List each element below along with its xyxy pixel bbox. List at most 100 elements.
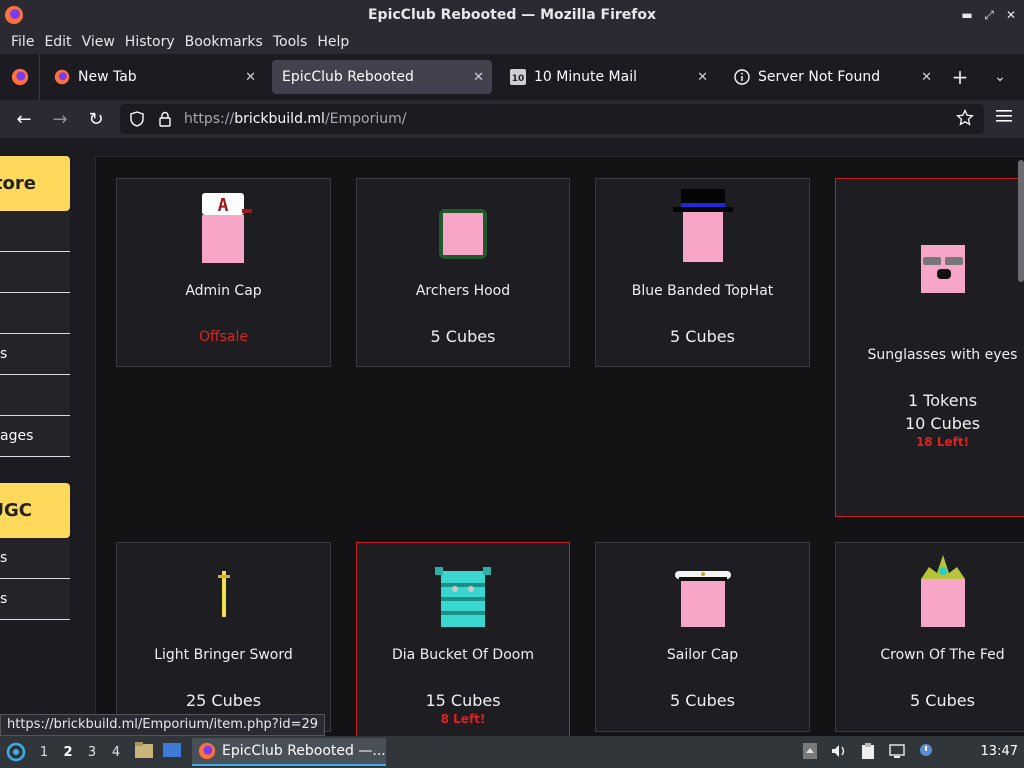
item-name: Light Bringer Sword bbox=[154, 647, 293, 663]
10-minute-mail-icon: 10 bbox=[510, 69, 526, 85]
menu-bookmarks[interactable]: Bookmarks bbox=[180, 34, 268, 50]
workspace-2[interactable]: 2 bbox=[56, 745, 80, 760]
item-card-crown-of-the-fed[interactable]: Crown Of The Fed 5 Cubes bbox=[835, 542, 1024, 732]
stock-left-label: 18 Left! bbox=[915, 435, 970, 449]
firefox-view-button[interactable] bbox=[0, 54, 40, 100]
clock: 13:47 bbox=[980, 744, 1018, 759]
menu-history[interactable]: History bbox=[120, 34, 180, 50]
tab-bar: New Tab ✕ EpicClub Rebooted ✕ 10 10 Minu… bbox=[0, 54, 1024, 100]
shield-icon[interactable] bbox=[126, 108, 148, 130]
item-card-sailor-cap[interactable]: Sailor Cap 5 Cubes bbox=[595, 542, 810, 732]
sidebar-item[interactable] bbox=[0, 252, 70, 293]
tab-label: EpicClub Rebooted bbox=[282, 69, 414, 85]
item-card-light-bringer-sword[interactable]: Light Bringer Sword 25 Cubes bbox=[116, 542, 331, 732]
item-card-archers-hood[interactable]: Archers Hood 5 Cubes bbox=[356, 178, 570, 367]
file-manager-icon[interactable] bbox=[134, 741, 154, 763]
url-path: /Emporium/ bbox=[324, 111, 407, 127]
notification-icon[interactable] bbox=[918, 742, 934, 764]
blue-banded-tophat-thumbnail bbox=[672, 189, 733, 262]
lock-icon[interactable] bbox=[154, 108, 176, 130]
tab-label: Server Not Found bbox=[758, 69, 881, 85]
item-price: 25 Cubes bbox=[185, 691, 262, 710]
volume-icon[interactable] bbox=[830, 742, 848, 764]
sidebar-item[interactable]: s bbox=[0, 538, 70, 579]
start-menu-icon[interactable] bbox=[0, 736, 32, 768]
close-tab-icon[interactable]: ✕ bbox=[245, 70, 256, 85]
close-icon[interactable]: ✕ bbox=[1004, 6, 1018, 24]
sidebar-item[interactable]: ages bbox=[0, 416, 70, 457]
item-name: Crown Of The Fed bbox=[880, 647, 1005, 663]
item-card-sunglasses-with-eyes[interactable]: Sunglasses with eyes 1 Tokens 10 Cubes 1… bbox=[835, 178, 1024, 517]
sidebar-item[interactable] bbox=[0, 375, 70, 416]
crown-of-the-fed-thumbnail bbox=[920, 555, 965, 627]
close-tab-icon[interactable]: ✕ bbox=[921, 70, 932, 85]
desktop-icon[interactable] bbox=[162, 741, 182, 763]
menu-bar: File Edit View History Bookmarks Tools H… bbox=[0, 30, 1024, 54]
sidebar-item[interactable] bbox=[0, 211, 70, 252]
item-price-cubes: 10 Cubes bbox=[904, 414, 981, 433]
forward-arrow-icon[interactable]: → bbox=[42, 103, 78, 135]
page-scrollbar[interactable] bbox=[1018, 160, 1024, 282]
tray-up-arrow-icon[interactable] bbox=[802, 742, 818, 764]
stock-left-label: 8 Left! bbox=[440, 712, 486, 726]
sidebar-item[interactable]: s bbox=[0, 334, 70, 375]
reload-icon[interactable]: ↻ bbox=[78, 103, 114, 135]
item-grid-panel: A Admin Cap Offsale Archers Hood 5 Cubes… bbox=[95, 156, 1024, 736]
taskbar: 1 2 3 4 EpicClub Rebooted —... 13:47 bbox=[0, 736, 1024, 768]
menu-tools[interactable]: Tools bbox=[268, 34, 313, 50]
close-tab-icon[interactable]: ✕ bbox=[473, 70, 484, 85]
item-price-tokens: 1 Tokens bbox=[907, 391, 978, 410]
item-name: Admin Cap bbox=[185, 283, 262, 299]
sidebar-item[interactable] bbox=[0, 293, 70, 334]
back-arrow-icon[interactable]: ← bbox=[6, 103, 42, 135]
svg-text:10: 10 bbox=[512, 74, 525, 84]
sunglasses-with-eyes-thumbnail bbox=[920, 245, 965, 293]
workspace-4[interactable]: 4 bbox=[104, 745, 128, 760]
restore-icon[interactable]: ⤢ bbox=[982, 6, 996, 24]
tab-10-minute-mail[interactable]: 10 10 Minute Mail ✕ bbox=[500, 60, 716, 94]
tab-server-not-found[interactable]: Server Not Found ✕ bbox=[724, 60, 940, 94]
list-all-tabs-chevron-icon[interactable]: ⌄ bbox=[984, 69, 1016, 85]
archers-hood-thumbnail bbox=[439, 209, 487, 259]
navigation-bar: ← → ↻ https://brickbuild.ml/Emporium/ bbox=[0, 100, 1024, 138]
item-name: Sunglasses with eyes bbox=[867, 347, 1018, 363]
close-tab-icon[interactable]: ✕ bbox=[697, 70, 708, 85]
menu-help[interactable]: Help bbox=[312, 34, 354, 50]
sidebar-item[interactable]: s bbox=[0, 579, 70, 620]
menu-file[interactable]: File bbox=[6, 34, 39, 50]
tab-label: New Tab bbox=[78, 69, 137, 85]
ugc-heading: UGC bbox=[0, 483, 70, 538]
item-card-dia-bucket-of-doom[interactable]: Dia Bucket Of Doom 15 Cubes 8 Left! bbox=[356, 542, 570, 736]
url-domain: brickbuild.ml bbox=[234, 111, 325, 127]
item-name: Archers Hood bbox=[415, 283, 511, 299]
item-price: 5 Cubes bbox=[910, 691, 975, 710]
tab-new-tab[interactable]: New Tab ✕ bbox=[44, 60, 264, 94]
status-link-preview: https://brickbuild.ml/Emporium/item.php?… bbox=[0, 714, 326, 736]
url-bar[interactable]: https://brickbuild.ml/Emporium/ bbox=[120, 104, 984, 134]
system-tray bbox=[802, 742, 934, 764]
network-icon[interactable] bbox=[888, 742, 906, 764]
item-card-admin-cap[interactable]: A Admin Cap Offsale bbox=[116, 178, 331, 367]
url-text: https://brickbuild.ml/Emporium/ bbox=[184, 111, 406, 127]
clipboard-icon[interactable] bbox=[860, 742, 876, 764]
workspace-3[interactable]: 3 bbox=[80, 745, 104, 760]
new-tab-plus-icon[interactable]: + bbox=[944, 65, 976, 89]
item-card-blue-banded-tophat[interactable]: Blue Banded TopHat 5 Cubes bbox=[595, 178, 810, 367]
item-name: Dia Bucket Of Doom bbox=[392, 647, 534, 663]
bookmark-star-icon[interactable] bbox=[956, 108, 974, 131]
url-scheme: https:// bbox=[184, 111, 235, 127]
title-bar: EpicClub Rebooted — Mozilla Firefox ▬ ⤢ … bbox=[0, 0, 1024, 30]
window-controls: ▬ ⤢ ✕ bbox=[960, 6, 1018, 24]
item-price: 5 Cubes bbox=[430, 327, 496, 346]
menu-edit[interactable]: Edit bbox=[39, 34, 76, 50]
window-title: EpicClub Rebooted — Mozilla Firefox bbox=[367, 7, 657, 23]
tab-epicclub[interactable]: EpicClub Rebooted ✕ bbox=[272, 60, 492, 94]
minimize-icon[interactable]: ▬ bbox=[960, 6, 974, 24]
hamburger-menu-icon[interactable] bbox=[996, 108, 1012, 127]
taskbar-task-firefox[interactable]: EpicClub Rebooted —... bbox=[192, 738, 386, 766]
info-icon bbox=[734, 69, 750, 85]
light-bringer-sword-thumbnail bbox=[217, 571, 230, 617]
workspace-1[interactable]: 1 bbox=[32, 745, 56, 760]
firefox-icon bbox=[54, 69, 70, 85]
menu-view[interactable]: View bbox=[77, 34, 120, 50]
